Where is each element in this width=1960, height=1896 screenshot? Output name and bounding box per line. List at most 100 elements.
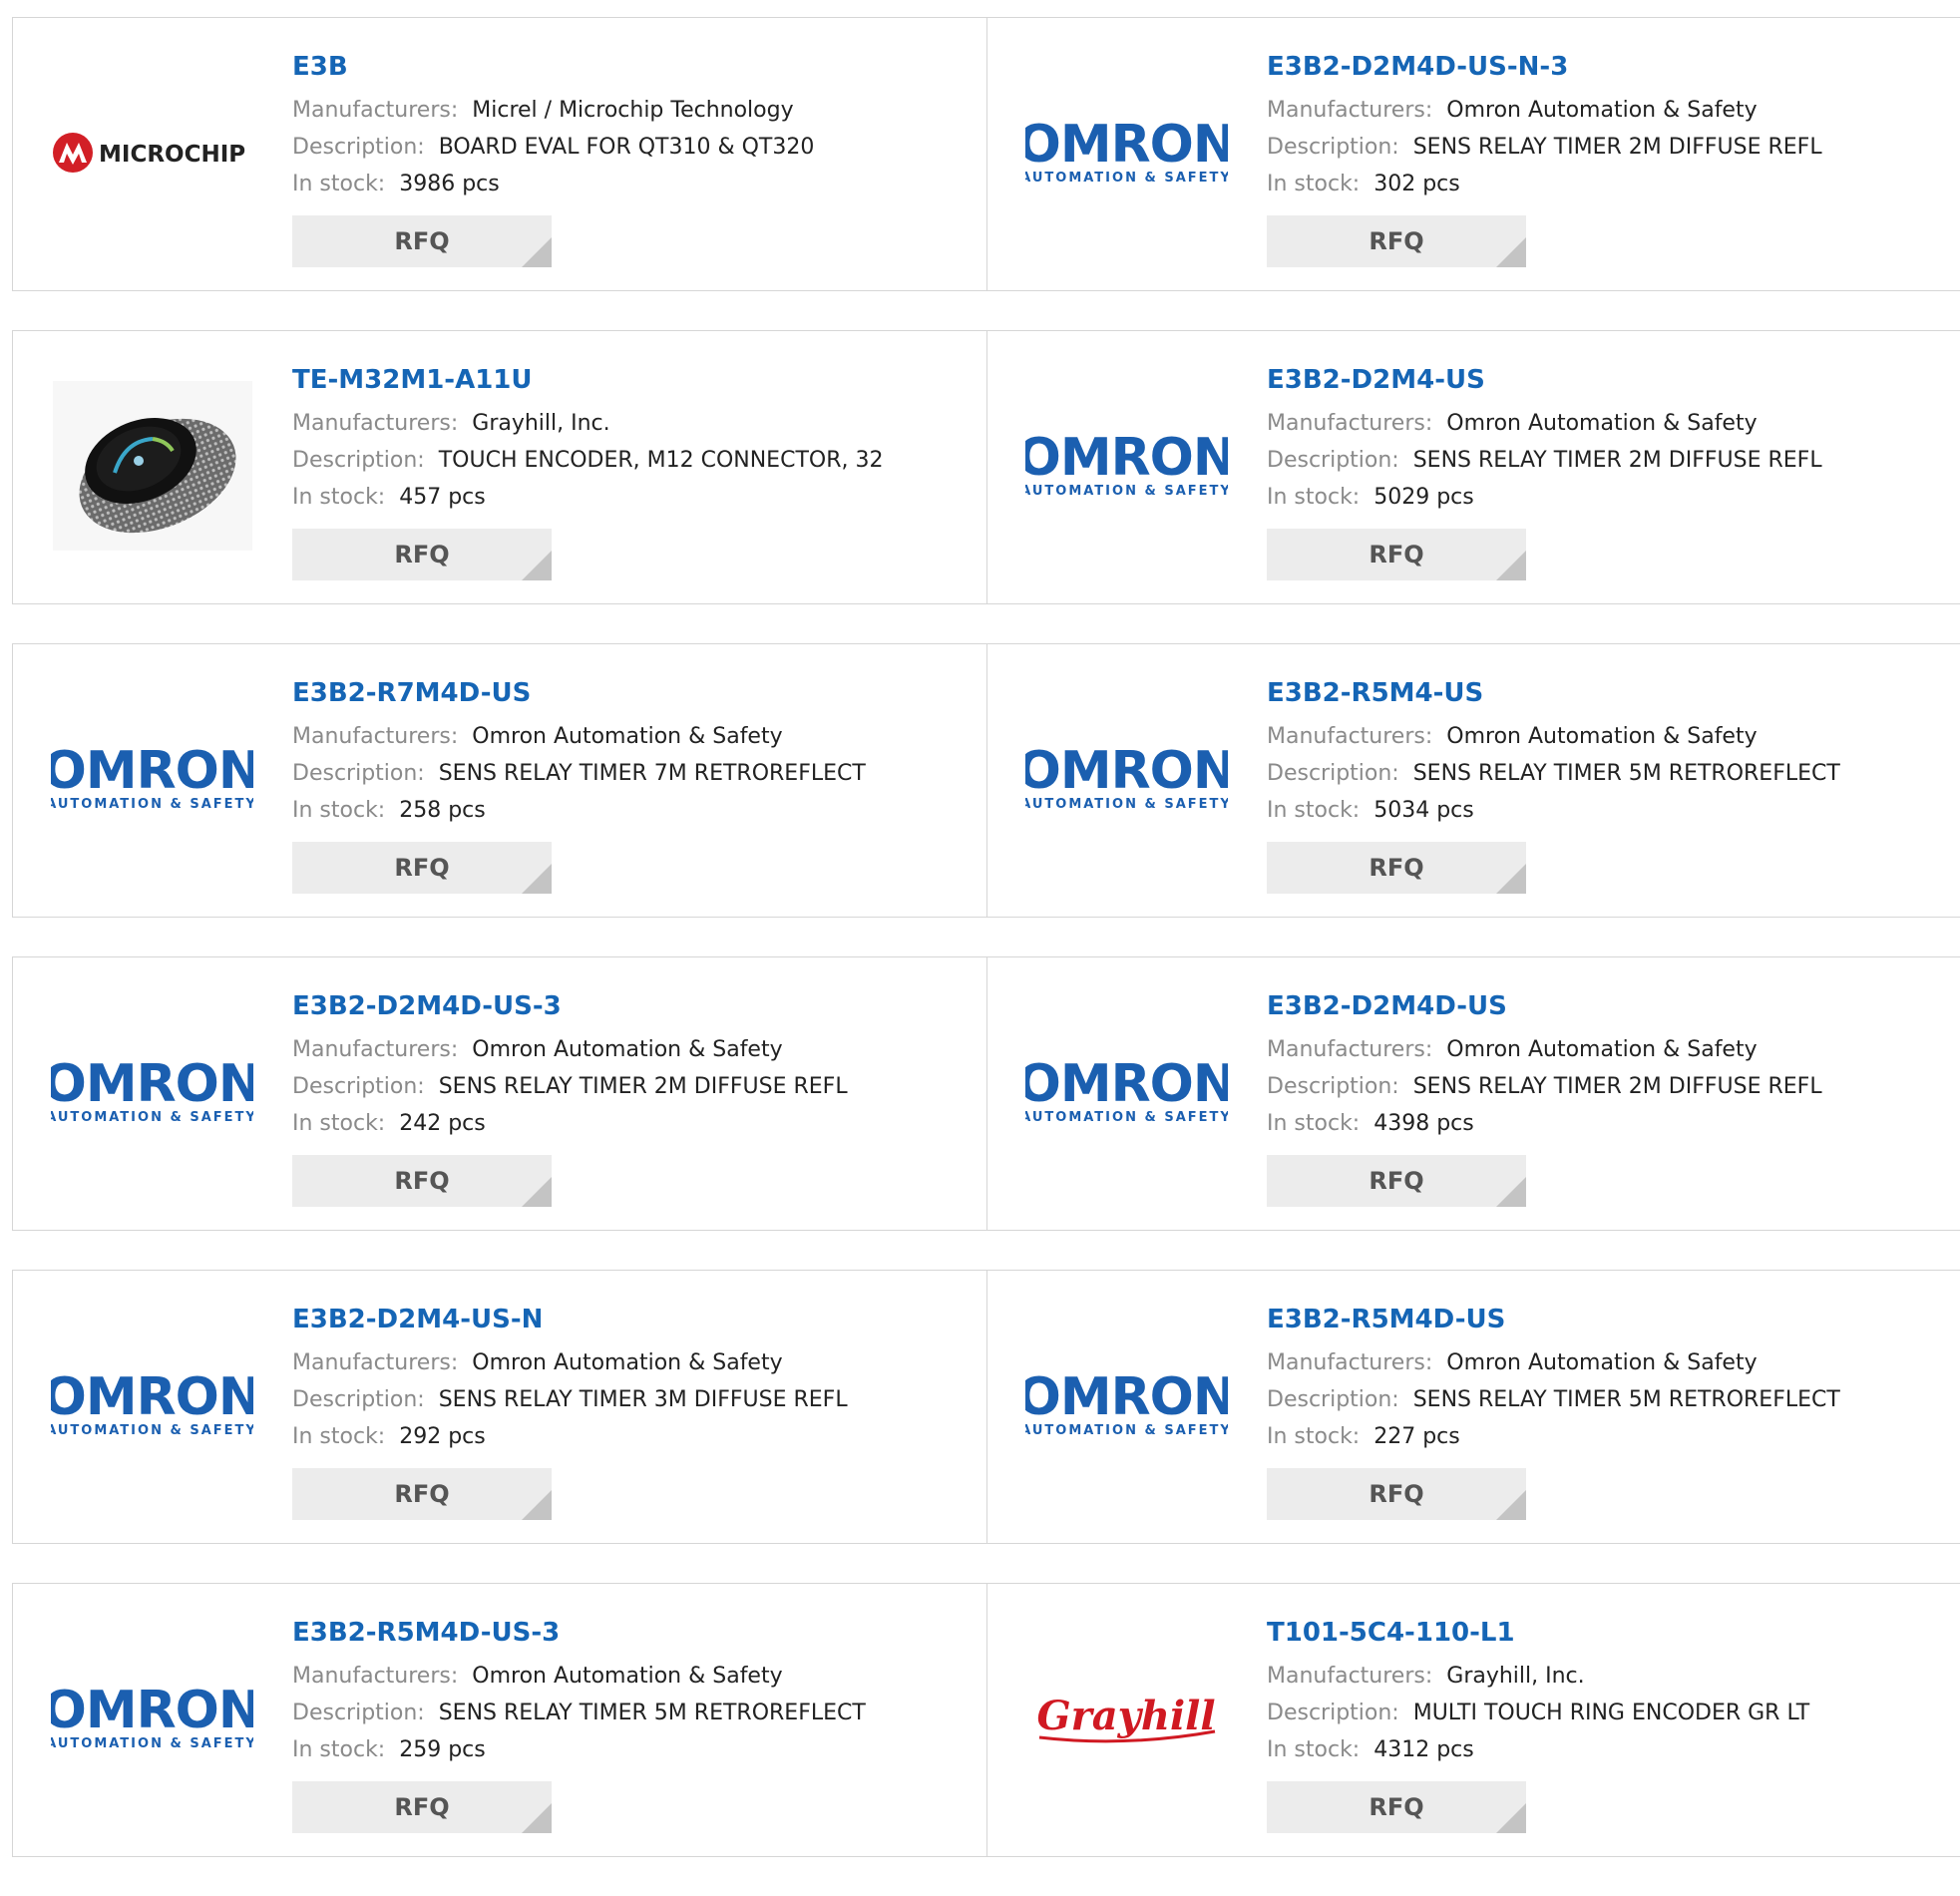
manufacturer-logo[interactable]: OMRON AUTOMATION & SAFETY (1025, 381, 1228, 551)
manufacturer-logo[interactable]: OMRON AUTOMATION & SAFETY (51, 1321, 253, 1490)
product-info: E3B2-D2M4D-US-3 Manufacturers: Omron Auto… (292, 987, 848, 1207)
part-number-link[interactable]: E3B (292, 48, 814, 86)
rfq-button-label: RFQ (1369, 1793, 1424, 1821)
manufacturer-value: Omron Automation & Safety (472, 1037, 783, 1062)
description-label: Description: (1267, 1074, 1399, 1099)
part-number-link[interactable]: E3B2-D2M4D-US-N-3 (1267, 48, 1822, 86)
rfq-button[interactable]: RFQ (1267, 1781, 1526, 1833)
description-line: Description: SENS RELAY TIMER 2M DIFFUSE … (292, 1068, 848, 1105)
manufacturer-line: Manufacturers: Omron Automation & Safety (1267, 1344, 1840, 1381)
rfq-button[interactable]: RFQ (292, 1781, 552, 1833)
svg-text:AUTOMATION & SAFETY: AUTOMATION & SAFETY (51, 1110, 253, 1125)
manufacturer-logo[interactable]: MICROCHIP (51, 68, 253, 237)
omron-logo-icon: OMRONAUTOMATION & SAFETY (1025, 744, 1228, 812)
manufacturer-logo[interactable]: OMRON AUTOMATION & SAFETY (51, 1007, 253, 1177)
product-info: E3B2-D2M4-US Manufacturers: Omron Automat… (1267, 361, 1822, 580)
stock-line: In stock: 4312 pcs (1267, 1731, 1809, 1768)
stock-line: In stock: 3986 pcs (292, 166, 814, 202)
manufacturer-value: Omron Automation & Safety (1446, 1037, 1758, 1062)
manufacturer-line: Manufacturers: Grayhill, Inc. (1267, 1658, 1809, 1695)
manufacturer-value: Omron Automation & Safety (472, 724, 783, 749)
description-label: Description: (1267, 1387, 1399, 1412)
manufacturer-label: Manufacturers: (1267, 1350, 1433, 1375)
product-info: E3B2-D2M4D-US-N-3 Manufacturers: Omron Au… (1267, 48, 1822, 267)
svg-text:OMRON: OMRON (51, 1370, 253, 1427)
manufacturer-logo[interactable]: OMRON AUTOMATION & SAFETY (1025, 694, 1228, 864)
stock-line: In stock: 258 pcs (292, 792, 866, 829)
manufacturer-value: Grayhill, Inc. (1446, 1664, 1585, 1689)
part-number-link[interactable]: E3B2-D2M4D-US-3 (292, 987, 848, 1025)
description-value: SENS RELAY TIMER 3M DIFFUSE REFL (438, 1387, 848, 1412)
omron-logo-icon: OMRONAUTOMATION & SAFETY (1025, 1370, 1228, 1438)
manufacturer-line: Manufacturers: Omron Automation & Safety (1267, 718, 1840, 755)
manufacturer-line: Manufacturers: Micrel / Microchip Technol… (292, 92, 814, 129)
product-info: E3B Manufacturers: Micrel / Microchip Tec… (292, 48, 814, 267)
rfq-button[interactable]: RFQ (292, 529, 552, 580)
product-card: OMRON AUTOMATION & SAFETY E3B2-R5M4-US Ma… (986, 644, 1960, 917)
product-info: E3B2-R7M4D-US Manufacturers: Omron Automa… (292, 674, 866, 894)
manufacturer-logo[interactable]: OMRON AUTOMATION & SAFETY (51, 1634, 253, 1803)
manufacturer-logo[interactable]: OMRON AUTOMATION & SAFETY (51, 694, 253, 864)
description-line: Description: SENS RELAY TIMER 5M RETROREF… (1267, 755, 1840, 792)
svg-text:MICROCHIP: MICROCHIP (99, 142, 245, 168)
rfq-button[interactable]: RFQ (1267, 842, 1526, 894)
rfq-button[interactable]: RFQ (1267, 1155, 1526, 1207)
corner-triangle-icon (522, 237, 552, 267)
touch-encoder-photo-icon (52, 381, 252, 551)
manufacturer-logo[interactable]: Grayhill (1025, 1634, 1228, 1803)
product-card: OMRON AUTOMATION & SAFETY E3B2-D2M4D-US-3… (13, 957, 986, 1230)
manufacturer-value: Omron Automation & Safety (472, 1350, 783, 1375)
part-number-link[interactable]: E3B2-R7M4D-US (292, 674, 866, 712)
corner-triangle-icon (522, 1177, 552, 1207)
omron-logo-icon: OMRONAUTOMATION & SAFETY (1025, 118, 1228, 186)
manufacturer-value: Omron Automation & Safety (1446, 98, 1758, 123)
rfq-button[interactable]: RFQ (292, 1468, 552, 1520)
rfq-button-label: RFQ (1369, 1480, 1424, 1508)
rfq-button[interactable]: RFQ (1267, 529, 1526, 580)
rfq-button[interactable]: RFQ (292, 1155, 552, 1207)
stock-label: In stock: (292, 485, 386, 510)
manufacturer-logo[interactable]: OMRON AUTOMATION & SAFETY (1025, 68, 1228, 237)
product-card: MICROCHIP E3B Manufacturers: Micrel / Mic… (13, 18, 986, 290)
manufacturer-logo[interactable]: OMRON AUTOMATION & SAFETY (1025, 1007, 1228, 1177)
description-value: MULTI TOUCH RING ENCODER GR LT (1412, 1701, 1810, 1725)
rfq-button[interactable]: RFQ (292, 842, 552, 894)
manufacturer-logo[interactable] (51, 381, 253, 551)
description-value: SENS RELAY TIMER 7M RETROREFLECT (438, 761, 866, 786)
corner-triangle-icon (522, 1803, 552, 1833)
rfq-button[interactable]: RFQ (1267, 1468, 1526, 1520)
manufacturer-label: Manufacturers: (1267, 1037, 1433, 1062)
omron-logo-icon: OMRONAUTOMATION & SAFETY (1025, 1057, 1228, 1125)
manufacturer-value: Omron Automation & Safety (1446, 1350, 1758, 1375)
svg-text:OMRON: OMRON (51, 1057, 253, 1114)
rfq-button[interactable]: RFQ (1267, 215, 1526, 267)
part-number-link[interactable]: E3B2-R5M4D-US-3 (292, 1614, 866, 1652)
manufacturer-logo[interactable]: OMRON AUTOMATION & SAFETY (1025, 1321, 1228, 1490)
manufacturer-line: Manufacturers: Omron Automation & Safety (292, 1031, 848, 1068)
part-number-link[interactable]: E3B2-D2M4-US (1267, 361, 1822, 399)
stock-label: In stock: (292, 1111, 386, 1136)
stock-label: In stock: (292, 1424, 386, 1449)
product-card: OMRON AUTOMATION & SAFETY E3B2-D2M4D-US-N… (986, 18, 1960, 290)
part-number-link[interactable]: E3B2-R5M4D-US (1267, 1301, 1840, 1338)
stock-value: 227 pcs (1373, 1424, 1460, 1449)
rfq-button[interactable]: RFQ (292, 215, 552, 267)
description-line: Description: SENS RELAY TIMER 7M RETROREF… (292, 755, 866, 792)
rfq-button-label: RFQ (1369, 541, 1424, 569)
svg-text:OMRON: OMRON (1025, 118, 1228, 175)
part-number-link[interactable]: E3B2-D2M4D-US (1267, 987, 1822, 1025)
rfq-button-label: RFQ (394, 854, 450, 882)
part-number-link[interactable]: E3B2-R5M4-US (1267, 674, 1840, 712)
description-value: SENS RELAY TIMER 5M RETROREFLECT (1412, 761, 1840, 786)
part-number-link[interactable]: E3B2-D2M4-US-N (292, 1301, 848, 1338)
manufacturer-label: Manufacturers: (292, 1350, 459, 1375)
part-number-link[interactable]: TE-M32M1-A11U (292, 361, 883, 399)
manufacturer-label: Manufacturers: (292, 724, 459, 749)
stock-value: 5034 pcs (1373, 798, 1474, 823)
rfq-button-label: RFQ (1369, 854, 1424, 882)
part-number-link[interactable]: T101-5C4-110-L1 (1267, 1614, 1809, 1652)
svg-text:AUTOMATION & SAFETY: AUTOMATION & SAFETY (1025, 1423, 1228, 1438)
product-card: Grayhill T101-5C4-110-L1 Manufacturers: G… (986, 1584, 1960, 1856)
description-label: Description: (292, 1074, 425, 1099)
svg-text:Grayhill: Grayhill (1036, 1693, 1215, 1739)
